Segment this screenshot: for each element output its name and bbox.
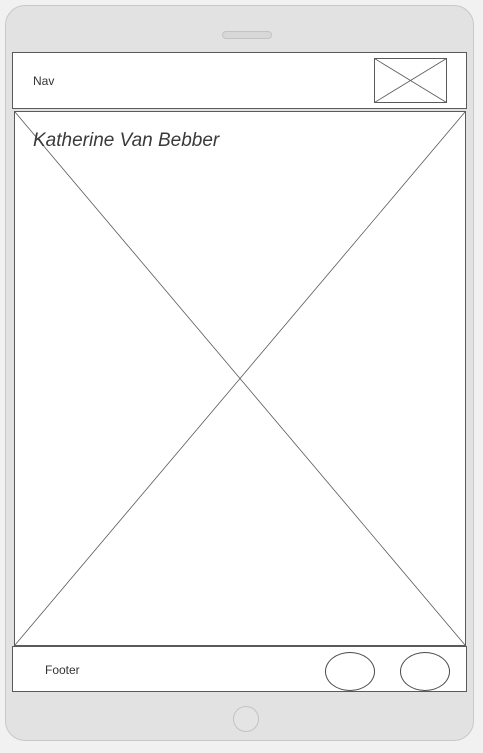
hero-title: Katherine Van Bebber <box>33 130 220 151</box>
nav-label: Nav <box>33 74 55 88</box>
nav-bar: Nav <box>12 52 467 109</box>
image-placeholder-icon <box>15 112 465 645</box>
footer-circle-button-2[interactable] <box>400 652 450 691</box>
footer-circle-button-1[interactable] <box>325 652 375 691</box>
footer-label: Footer <box>45 663 80 677</box>
device-home-button[interactable] <box>233 706 259 732</box>
image-placeholder-icon <box>374 58 447 103</box>
device-speaker <box>222 31 272 39</box>
footer-bar: Footer <box>12 646 467 692</box>
hero-section: Katherine Van Bebber <box>14 111 466 646</box>
